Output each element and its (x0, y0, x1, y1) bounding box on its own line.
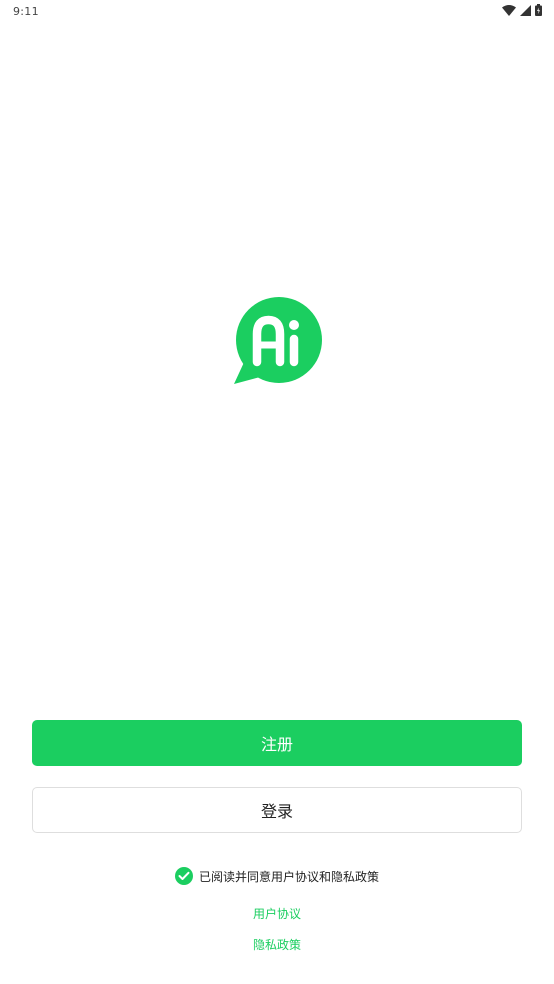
app-logo (232, 296, 324, 386)
register-button[interactable]: 注册 (32, 720, 522, 766)
status-icons (502, 4, 542, 16)
agreement-text: 已阅读并同意用户协议和隐私政策 (198, 869, 379, 884)
cellular-signal-icon (520, 4, 531, 16)
status-time: 9:11 (13, 5, 39, 18)
agreement-row: 已阅读并同意用户协议和隐私政策 (0, 867, 554, 885)
login-button[interactable]: 登录 (32, 787, 522, 833)
terms-link[interactable]: 用户协议 (0, 905, 554, 922)
battery-icon (535, 4, 542, 16)
agreement-checkbox[interactable] (174, 867, 193, 885)
status-bar: 9:11 (0, 0, 554, 24)
wifi-icon (502, 4, 516, 16)
check-icon (178, 871, 190, 880)
ai-speech-bubble-logo-icon (234, 297, 322, 384)
privacy-policy-link[interactable]: 隐私政策 (0, 936, 554, 953)
